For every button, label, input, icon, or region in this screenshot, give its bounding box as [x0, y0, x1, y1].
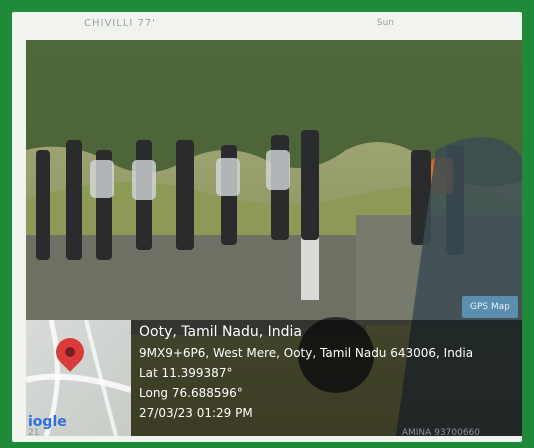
geotagged-photo: GPS Map iogle Ooty, Tamil Nadu, India 9M… — [26, 40, 522, 436]
bottom-right-caption: AMINA 93700660 — [401, 428, 480, 438]
gps-badge-label: GPS Map — [470, 302, 510, 312]
location-longitude: Long 76.688596° — [139, 386, 243, 400]
geotag-details: Ooty, Tamil Nadu, India 9MX9+6P6, West M… — [131, 320, 481, 436]
bottom-left-caption: 21 — [28, 428, 40, 438]
location-latitude: Lat 11.399387° — [139, 366, 233, 380]
photo-frame: CHIVILLI 77' Sun GPS Map iogle Ooty, Tam… — [12, 12, 522, 442]
location-datetime: 27/03/23 01:29 PM — [139, 406, 253, 420]
geotag-overlay: iogle Ooty, Tamil Nadu, India 9MX9+6P6, … — [26, 320, 522, 436]
top-right-caption: Sun — [376, 18, 394, 28]
mini-map: iogle — [26, 320, 131, 436]
location-title: Ooty, Tamil Nadu, India — [139, 324, 303, 340]
gps-badge: GPS Map — [462, 296, 518, 318]
location-address: 9MX9+6P6, West Mere, Ooty, Tamil Nadu 64… — [139, 346, 474, 360]
top-caption: CHIVILLI 77' — [84, 18, 156, 29]
